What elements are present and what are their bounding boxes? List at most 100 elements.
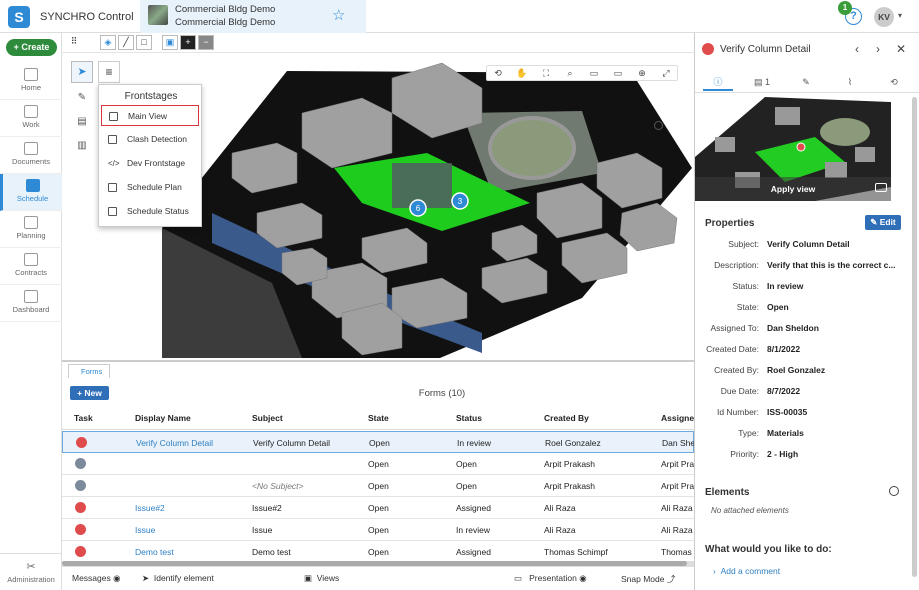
frontstages-menu: Frontstages Main View Clash Detection </… xyxy=(98,84,202,227)
nav-item-work[interactable]: Work xyxy=(0,100,62,137)
forms-tab[interactable]: Forms xyxy=(68,364,110,378)
favorite-star-icon[interactable]: ☆ xyxy=(332,6,345,24)
vertical-scrollbar[interactable] xyxy=(912,97,917,577)
add-tool-icon[interactable]: + xyxy=(180,35,196,50)
nav-item-administration[interactable]: ✂ Administration xyxy=(0,553,62,589)
measure-tool-icon[interactable]: ✎ xyxy=(71,87,93,109)
property-value: In review xyxy=(767,281,804,291)
tab-info-icon[interactable]: ⓘ xyxy=(703,73,733,91)
cell-subject: Demo test xyxy=(252,547,291,557)
rotate-icon[interactable]: ⟲ xyxy=(491,67,505,80)
line-tool-icon[interactable]: ╱ xyxy=(118,35,134,50)
orbit-target-icon[interactable] xyxy=(654,121,663,130)
pan-hand-icon[interactable]: ✋ xyxy=(515,67,529,80)
planning-icon xyxy=(24,216,38,229)
view-front-icon[interactable]: ▭ xyxy=(611,67,625,80)
project-tab[interactable]: Commercial Bldg Demo Commercial Bldg Dem… xyxy=(140,0,366,33)
no-elements-text: No attached elements xyxy=(711,506,789,515)
table-row[interactable]: Demo test Demo test Open Assigned Thomas Sch… xyxy=(62,541,694,563)
tab-history-icon[interactable]: ⟲ xyxy=(879,73,909,91)
table-row[interactable]: <No Subject> Open Open Arpit Prakash Arpit P… xyxy=(62,475,694,497)
hamburger-menu-icon[interactable]: ≡ xyxy=(98,61,120,83)
top-bar: S SYNCHRO Control Commercial Bldg Demo C… xyxy=(0,0,919,33)
nav-item-documents[interactable]: Documents xyxy=(0,137,62,174)
frontstage-dev[interactable]: </> Dev Frontstage xyxy=(101,153,199,174)
snap-mode-button[interactable]: Snap Mode ⤴ xyxy=(621,573,675,585)
frontstage-schedule-plan[interactable]: Schedule Plan xyxy=(101,177,199,198)
cell-display[interactable]: Issue#2 xyxy=(135,503,165,513)
select-tool-icon[interactable]: ▣ xyxy=(162,35,178,50)
nav-item-contracts[interactable]: Contracts xyxy=(0,248,62,285)
remove-tool-icon[interactable]: − xyxy=(198,35,214,50)
zoom-window-icon[interactable]: ⌕ xyxy=(563,67,577,80)
search-icon[interactable] xyxy=(889,486,899,496)
messages-button[interactable]: Messages ◉ xyxy=(72,573,121,584)
project-thumbnail xyxy=(148,5,168,25)
property-label: Description: xyxy=(714,260,759,270)
tab-attachments-icon[interactable]: ⌇ xyxy=(835,73,865,91)
tab-markup-icon[interactable]: ✎ xyxy=(791,73,821,91)
inbox-icon xyxy=(24,105,38,118)
3d-viewport[interactable]: 6 3 ➤ ≡ ✎ ▤ ▥ Frontstages Main View Clas… xyxy=(62,53,694,360)
elements-title: Elements xyxy=(705,487,750,498)
edit-button[interactable]: ✎ Edit xyxy=(865,215,901,230)
column-created-by[interactable]: Created By xyxy=(544,413,589,423)
notification-badge[interactable]: 1 xyxy=(838,1,852,15)
home-icon xyxy=(24,68,38,81)
frontstage-clash-detection[interactable]: Clash Detection xyxy=(101,129,199,150)
nav-item-planning[interactable]: Planning xyxy=(0,211,62,248)
next-icon[interactable]: › xyxy=(876,42,880,56)
zoom-icon[interactable]: ⊕ xyxy=(635,67,649,80)
synchro-logo-icon[interactable]: S xyxy=(8,6,30,28)
rect-tool-icon[interactable]: □ xyxy=(136,35,152,50)
camera-icon[interactable] xyxy=(875,183,887,192)
property-label: Priority: xyxy=(730,449,759,459)
point-tool-icon[interactable]: ◈ xyxy=(100,35,116,50)
cell-display[interactable]: Issue xyxy=(135,525,155,535)
identify-element-button[interactable]: ➤ Identify element xyxy=(142,573,214,584)
cell-display[interactable]: Verify Column Detail xyxy=(136,438,213,448)
cell-subject: Verify Column Detail xyxy=(253,438,331,448)
cell-state: Open xyxy=(368,525,389,535)
schedule-plan-icon xyxy=(108,183,117,192)
cell-created-by: Arpit Prakash xyxy=(544,459,596,469)
tab-comments[interactable]: ▤ 1 xyxy=(747,73,777,91)
previous-icon[interactable]: ‹ xyxy=(855,42,859,56)
issue-icon xyxy=(75,524,86,535)
create-button[interactable]: + Create xyxy=(6,39,57,56)
views-button[interactable]: ▣ Views xyxy=(304,573,339,584)
table-row[interactable]: Verify Column Detail Verify Column Detail… xyxy=(62,431,695,453)
forms-title: Forms (10) xyxy=(418,388,466,399)
new-form-button[interactable]: + New xyxy=(70,386,109,400)
clipboard-tool-icon[interactable]: ▥ xyxy=(71,135,93,157)
column-state[interactable]: State xyxy=(368,413,389,423)
property-value: Dan Sheldon xyxy=(767,323,819,333)
column-subject[interactable]: Subject xyxy=(252,413,283,423)
cell-status: Open xyxy=(456,481,477,491)
view-top-icon[interactable]: ▭ xyxy=(587,67,601,80)
apply-view-button[interactable]: Apply view xyxy=(695,177,891,201)
frontstage-main-view[interactable]: Main View xyxy=(101,105,199,126)
column-task[interactable]: Task xyxy=(74,413,93,423)
column-display-name[interactable]: Display Name xyxy=(135,413,191,423)
table-row[interactable]: Open Open Arpit Prakash Arpit Pra xyxy=(62,453,694,475)
nav-item-schedule[interactable]: Schedule xyxy=(0,174,62,211)
presentation-button[interactable]: ▭ Presentation ◉ xyxy=(514,573,587,584)
chevron-down-icon[interactable]: ▾ xyxy=(898,11,902,20)
table-row[interactable]: Issue Issue Open In review Ali Raza Ali Raza xyxy=(62,519,694,541)
select-pointer-icon[interactable]: ➤ xyxy=(71,61,93,83)
avatar[interactable]: KV xyxy=(874,7,894,27)
table-header: Task Display Name Subject State Status C… xyxy=(62,406,699,430)
fit-view-icon[interactable]: ⛶ xyxy=(539,67,553,80)
fullscreen-icon[interactable]: ⤢ xyxy=(659,67,673,80)
nav-item-dashboard[interactable]: Dashboard xyxy=(0,285,62,322)
add-comment-link[interactable]: › Add a comment xyxy=(713,566,780,576)
nav-item-home[interactable]: Home xyxy=(0,63,62,100)
table-row[interactable]: Issue#2 Issue#2 Open Assigned Ali Raza Ali Ra… xyxy=(62,497,694,519)
cell-display[interactable]: Demo test xyxy=(135,547,174,557)
close-icon[interactable]: ✕ xyxy=(896,42,906,56)
frontstage-schedule-status[interactable]: Schedule Status xyxy=(101,201,199,222)
drag-handle-icon[interactable]: ⠿ xyxy=(66,35,82,50)
section-tool-icon[interactable]: ▤ xyxy=(71,111,93,133)
column-status[interactable]: Status xyxy=(456,413,482,423)
